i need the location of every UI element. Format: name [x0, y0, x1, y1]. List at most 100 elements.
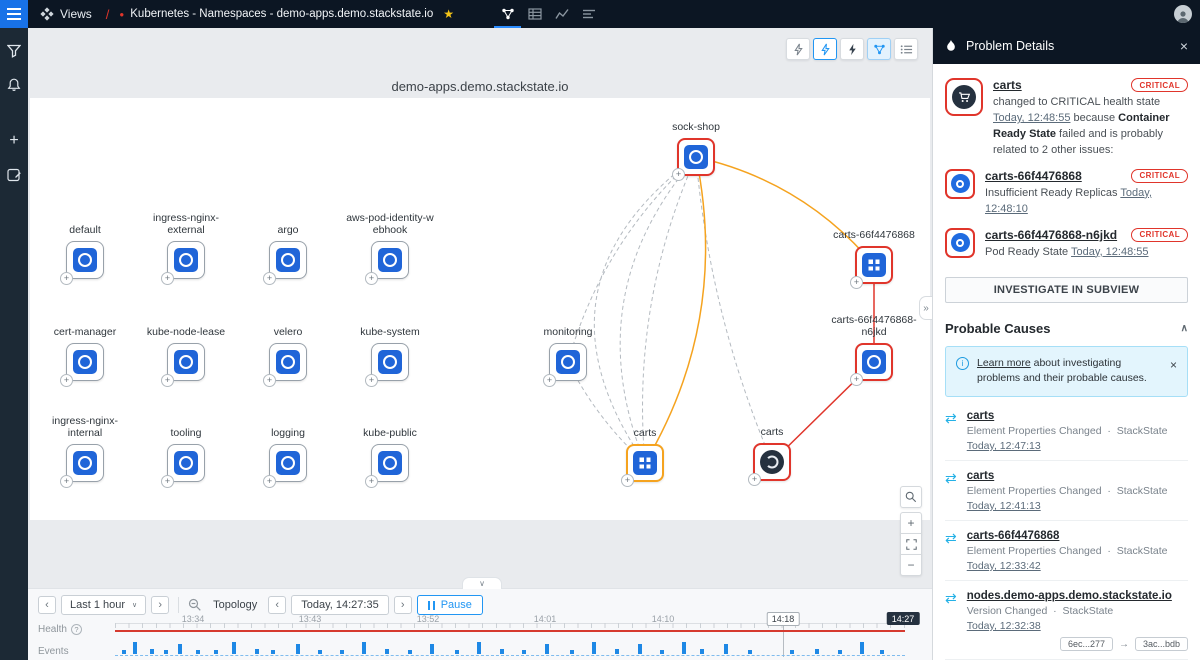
notifications-bell-icon[interactable] — [0, 72, 28, 98]
node-box[interactable]: + — [269, 444, 307, 482]
node-box[interactable]: + — [855, 246, 893, 284]
close-panel-button[interactable]: × — [1180, 38, 1188, 54]
playhead-time[interactable]: 14:18 — [767, 612, 800, 626]
probable-cause-item[interactable]: ⇄carts-66f4476868Element Properties Chan… — [945, 521, 1188, 581]
user-avatar[interactable] — [1174, 5, 1192, 23]
node-box[interactable]: + — [269, 343, 307, 381]
node-box[interactable]: + — [66, 241, 104, 279]
metrics-view-tab[interactable] — [548, 0, 575, 28]
events-view-tab[interactable] — [575, 0, 602, 28]
node-box[interactable]: + — [371, 343, 409, 381]
learn-more-link[interactable]: Learn more — [977, 357, 1031, 369]
node-box[interactable]: + — [753, 443, 791, 481]
expand-node-button[interactable]: + — [748, 473, 761, 486]
cause-element-link[interactable]: carts-66f4476868 — [967, 530, 1188, 542]
dismiss-info-button[interactable]: × — [1170, 356, 1177, 388]
problems-solid-icon[interactable] — [840, 38, 864, 60]
pause-button[interactable]: Pause — [417, 595, 483, 615]
search-zoom-icon[interactable] — [900, 486, 922, 508]
edit-view-icon[interactable] — [0, 162, 28, 188]
expand-node-button[interactable]: + — [263, 374, 276, 387]
time-forward-button[interactable]: › — [394, 596, 412, 614]
views-menu[interactable]: Views — [40, 7, 92, 21]
namespace-icon — [556, 350, 580, 374]
problems-filter-icon[interactable] — [786, 38, 810, 60]
probable-causes-header[interactable]: Probable Causes ∧ — [945, 321, 1188, 336]
time-link[interactable]: Today, 12:48:55 — [1071, 246, 1148, 258]
node-box[interactable]: + — [269, 241, 307, 279]
zoom-in-button[interactable]: + — [900, 512, 922, 534]
expand-node-button[interactable]: + — [621, 474, 634, 487]
problem-related-item[interactable]: carts-66f4476868 CRITICAL Insufficient R… — [945, 169, 1188, 218]
cause-time-link[interactable]: Today, 12:47:13 — [967, 440, 1188, 452]
expand-node-button[interactable]: + — [365, 272, 378, 285]
node-box[interactable]: + — [167, 241, 205, 279]
zoom-out-time-icon[interactable] — [188, 598, 202, 612]
range-forward-button[interactable]: › — [151, 596, 169, 614]
problem-root-item[interactable]: carts CRITICAL changed to CRITICAL healt… — [945, 78, 1188, 159]
health-help-icon[interactable]: ? — [71, 624, 82, 635]
node-box[interactable]: + — [677, 138, 715, 176]
node-box[interactable]: + — [371, 241, 409, 279]
cause-time-link[interactable]: Today, 12:33:42 — [967, 560, 1188, 572]
breadcrumb[interactable]: Kubernetes - Namespaces - demo-apps.demo… — [130, 8, 433, 20]
expand-node-button[interactable]: + — [365, 475, 378, 488]
expand-node-button[interactable]: + — [850, 276, 863, 289]
time-back-button[interactable]: ‹ — [268, 596, 286, 614]
node-box[interactable]: + — [167, 343, 205, 381]
topology-canvas[interactable]: demo-apps.demo.stackstate.io sock-shop+d… — [28, 28, 932, 588]
chevron-up-icon[interactable]: ∧ — [1181, 323, 1188, 334]
node-box[interactable]: + — [855, 343, 893, 381]
collapse-panel-handle[interactable]: » — [919, 296, 932, 320]
node-box[interactable]: + — [167, 444, 205, 482]
node-box[interactable]: + — [371, 444, 409, 482]
expand-node-button[interactable]: + — [161, 475, 174, 488]
node-box[interactable]: + — [66, 343, 104, 381]
cause-element-link[interactable]: nodes.demo-apps.demo.stackstate.io — [967, 590, 1188, 602]
graph-layout-icon[interactable] — [867, 38, 891, 60]
cause-time-link[interactable]: Today, 12:41:13 — [967, 500, 1188, 512]
expand-node-button[interactable]: + — [60, 475, 73, 488]
problem-element-link[interactable]: carts-66f4476868 — [985, 169, 1082, 183]
cause-element-link[interactable]: carts — [967, 470, 1188, 482]
cause-time-link[interactable]: Today, 12:32:38 — [967, 620, 1188, 632]
main-menu-button[interactable] — [0, 0, 28, 28]
topology-view-tab[interactable] — [494, 0, 521, 28]
expand-node-button[interactable]: + — [263, 272, 276, 285]
problems-highlight-icon[interactable] — [813, 38, 837, 60]
filter-icon[interactable] — [0, 38, 28, 64]
node-box[interactable]: + — [549, 343, 587, 381]
expand-node-button[interactable]: + — [672, 168, 685, 181]
add-icon[interactable]: + — [0, 128, 28, 154]
table-view-tab[interactable] — [521, 0, 548, 28]
expand-node-button[interactable]: + — [60, 374, 73, 387]
expand-node-button[interactable]: + — [263, 475, 276, 488]
probable-cause-item[interactable]: ⇄cartsElement Properties Changed · Stack… — [945, 461, 1188, 521]
node-label: monitoring — [508, 326, 628, 339]
time-link[interactable]: Today, 12:48:55 — [993, 112, 1070, 124]
time-range-select[interactable]: Last 1 hour ∨ — [61, 595, 146, 615]
cause-element-link[interactable]: carts — [967, 410, 1188, 422]
problem-element-link[interactable]: carts — [993, 78, 1022, 92]
expand-node-button[interactable]: + — [850, 373, 863, 386]
problem-related-item[interactable]: carts-66f4476868-n6jkd CRITICAL Pod Read… — [945, 228, 1188, 261]
node-box[interactable]: + — [66, 444, 104, 482]
probable-cause-item[interactable]: ⇄nodes.demo-apps.demo.stackstate.ioVersi… — [945, 581, 1188, 660]
investigate-in-subview-button[interactable]: INVESTIGATE IN SUBVIEW — [945, 277, 1188, 303]
expand-node-button[interactable]: + — [365, 374, 378, 387]
fit-to-screen-icon[interactable] — [900, 533, 922, 555]
probable-cause-item[interactable]: ⇄cartsElement Properties Changed · Stack… — [945, 401, 1188, 461]
current-time-button[interactable]: Today, 14:27:35 — [291, 595, 388, 615]
range-back-button[interactable]: ‹ — [38, 596, 56, 614]
expand-node-button[interactable]: + — [161, 374, 174, 387]
problem-element-link[interactable]: carts-66f4476868-n6jkd — [985, 228, 1117, 242]
list-layout-icon[interactable] — [894, 38, 918, 60]
expand-node-button[interactable]: + — [161, 272, 174, 285]
node-box[interactable]: + — [626, 444, 664, 482]
collapse-timeline-button[interactable]: ∨ — [462, 577, 502, 589]
zoom-out-button[interactable]: − — [900, 554, 922, 576]
expand-node-button[interactable]: + — [60, 272, 73, 285]
favorite-star-icon[interactable]: ★ — [443, 7, 454, 21]
stackstate-app: Views / ● Kubernetes - Namespaces - demo… — [0, 0, 1200, 660]
expand-node-button[interactable]: + — [543, 374, 556, 387]
